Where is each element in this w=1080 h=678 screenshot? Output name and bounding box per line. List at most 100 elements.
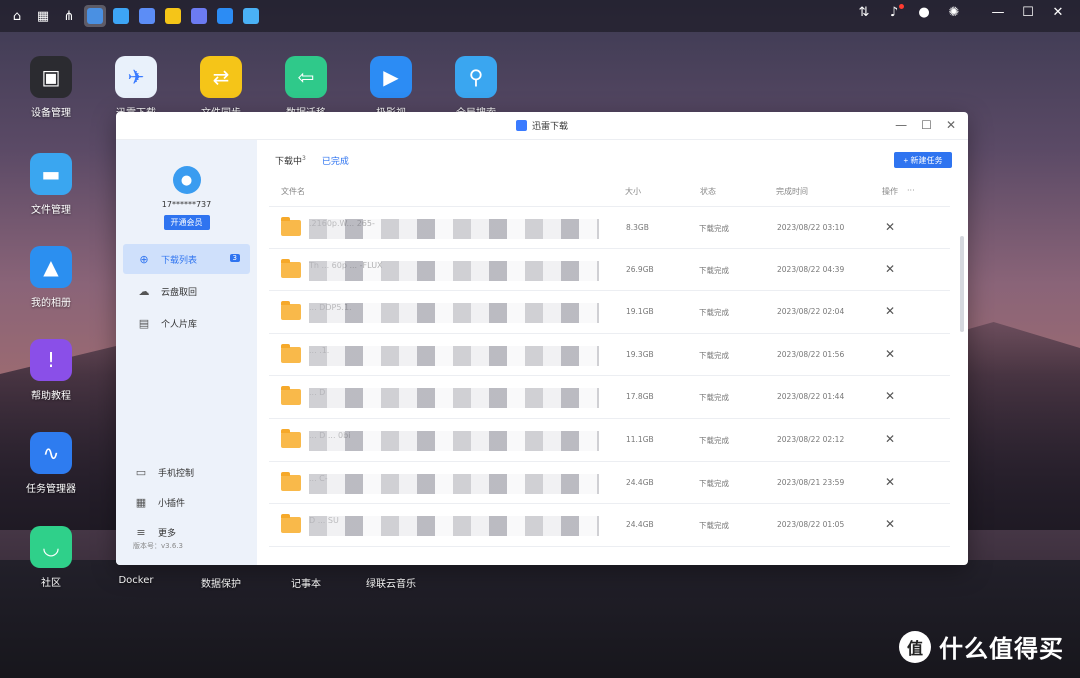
tab-downloading[interactable]: 下载中3: [275, 154, 306, 167]
printer-icon[interactable]: [136, 5, 158, 27]
album-icon: ▲: [30, 246, 72, 288]
folder-icon: ▬: [30, 153, 72, 195]
tv-icon[interactable]: [214, 5, 236, 27]
table-row[interactable]: ... D 17.8GB 下载完成 2023/08/22 01:44 ✕: [269, 376, 950, 419]
thunder-logo-icon: [515, 120, 527, 131]
bell-icon[interactable]: ♪: [886, 4, 904, 20]
desktop-icon-help[interactable]: ! 帮助教程: [13, 339, 89, 402]
note-icon[interactable]: [240, 5, 262, 27]
desktop-icon-music[interactable]: 绿联云音乐: [353, 575, 429, 590]
thunder-icon: ✈: [115, 56, 157, 98]
table-row[interactable]: .2160p.W... 265- 8.3GB 下载完成 2023/08/22 03:1…: [269, 206, 950, 249]
cloud-icon: ☁: [138, 284, 150, 298]
desktop-icon-album[interactable]: ▲ 我的相册: [13, 246, 89, 309]
desktop-icon-thunder[interactable]: ✈ 迅雷下载: [98, 56, 174, 119]
delete-icon[interactable]: ✕: [885, 304, 895, 318]
folder-icon: [281, 217, 301, 236]
desktop-icon-file-sync[interactable]: ⇄ 文件同步: [183, 56, 259, 119]
window-maximize-icon[interactable]: ☐: [921, 118, 932, 132]
folder-icon: [281, 258, 301, 278]
delete-icon[interactable]: ✕: [885, 220, 895, 234]
desktop-icon-community[interactable]: ◡ 社区: [13, 526, 89, 589]
sidebar-item-widgets[interactable]: ▦ 小插件: [116, 487, 257, 517]
community-icon: ◡: [30, 526, 72, 568]
delete-icon[interactable]: ✕: [885, 432, 895, 446]
table-header: 文件名 大小 状态 完成时间 操作 ···: [281, 186, 948, 200]
desktop-icon-docker[interactable]: Docker: [98, 575, 174, 586]
table-row[interactable]: ... C- 24.4GB 下载完成 2023/08/21 23:59 ✕: [269, 462, 950, 505]
sidebar: ● 17******737 开通会员 ⊕ 下载列表 3 ☁ 云盘取回 ▤ 个人片…: [116, 140, 257, 565]
desktop-icon-tv[interactable]: ▶ 极影视: [353, 56, 429, 119]
folder-icon: [281, 471, 301, 491]
window-minimize-icon[interactable]: —: [895, 118, 907, 132]
window-title: 迅雷下载: [531, 122, 568, 132]
photos-icon[interactable]: [188, 5, 210, 27]
thunder-app-icon[interactable]: [84, 5, 106, 27]
vip-button[interactable]: 开通会员: [163, 215, 210, 230]
sync-icon: ⇄: [200, 56, 242, 98]
sync-icon[interactable]: [162, 5, 184, 27]
library-icon: ▤: [138, 316, 150, 330]
delete-icon[interactable]: ✕: [885, 389, 895, 403]
thunder-download-window: 迅雷下载 — ☐ ✕ ● 17******737 开通会员 ⊕ 下载列表 3 ☁…: [116, 112, 968, 565]
sidebar-item-phone-control[interactable]: ▭ 手机控制: [116, 457, 257, 487]
col-action: 操作: [882, 187, 898, 196]
migration-icon: ⇦: [285, 56, 327, 98]
analytics-icon[interactable]: ⇅: [856, 5, 872, 20]
settings-icon[interactable]: ✺: [946, 5, 962, 20]
window-close-icon[interactable]: ✕: [946, 118, 956, 132]
watermark-logo-icon: 值: [899, 630, 931, 663]
delete-icon[interactable]: ✕: [885, 347, 895, 361]
desktop-icon-data-protect[interactable]: 数据保护: [183, 575, 259, 590]
user-icon[interactable]: ●: [916, 5, 932, 20]
desktop-icon-device-manager[interactable]: ▣ 设备管理: [13, 56, 89, 119]
desktop-icon-task-manager[interactable]: ∿ 任务管理器: [13, 432, 89, 495]
minimize-icon[interactable]: —: [990, 5, 1006, 20]
more-columns-icon[interactable]: ···: [907, 186, 915, 195]
folder-icon: [281, 514, 301, 534]
table-row[interactable]: ... .1. 19.3GB 下载完成 2023/08/22 01:56 ✕: [269, 334, 950, 377]
mail-icon[interactable]: [110, 5, 132, 27]
grid-icon[interactable]: ▦: [32, 5, 54, 27]
widgets-icon: ▦: [135, 495, 147, 509]
new-task-button[interactable]: + 新建任务: [894, 152, 952, 168]
avatar[interactable]: ●: [172, 166, 201, 194]
help-icon: !: [30, 339, 72, 381]
tab-completed[interactable]: 已完成: [322, 154, 349, 167]
download-table: .2160p.W... 265- 8.3GB 下载完成 2023/08/22 03:1…: [269, 206, 950, 547]
scrollbar[interactable]: [960, 236, 964, 332]
desktop-icon-file-manager[interactable]: ▬ 文件管理: [13, 153, 89, 216]
main-panel: 下载中3 已完成 + 新建任务 文件名 大小 状态 完成时间 操作 ··· .2…: [257, 140, 968, 565]
desktop-icon-search[interactable]: ⚲ 全局搜索: [438, 56, 514, 119]
download-list-icon: ⊕: [139, 252, 149, 266]
table-row[interactable]: ... DDP5.1. 19.1GB 下载完成 2023/08/22 02:04 ✕: [269, 291, 950, 334]
user-id: 17******737: [161, 200, 212, 209]
home-icon[interactable]: ⌂: [6, 5, 28, 27]
folder-icon: [281, 428, 301, 448]
sidebar-item-downloads[interactable]: ⊕ 下载列表 3: [123, 244, 250, 274]
col-status: 状态: [700, 187, 716, 196]
delete-icon[interactable]: ✕: [885, 475, 895, 489]
desktop-icon-notepad[interactable]: 记事本: [268, 575, 344, 590]
table-row[interactable]: Th ... 60p ... -FLUX 26.9GB 下载完成 2023/08/22…: [269, 249, 950, 292]
folder-icon: [281, 301, 301, 321]
delete-icon[interactable]: ✕: [885, 262, 895, 276]
col-name: 文件名: [281, 187, 305, 196]
sidebar-item-library[interactable]: ▤ 个人片库: [123, 308, 250, 338]
folder-icon: [281, 386, 301, 406]
delete-icon[interactable]: ✕: [885, 517, 895, 531]
close-icon[interactable]: ✕: [1050, 5, 1066, 20]
network-icon[interactable]: ⋔: [58, 5, 80, 27]
task-manager-icon: ∿: [30, 432, 72, 474]
table-row[interactable]: ... D ... 0bi 11.1GB 下载完成 2023/08/22 02:12 ✕: [269, 419, 950, 462]
maximize-icon[interactable]: ☐: [1020, 5, 1036, 20]
search-icon: ⚲: [455, 56, 497, 98]
col-time: 完成时间: [776, 187, 808, 196]
watermark: 值 什么值得买: [899, 629, 1064, 664]
system-topbar: ⌂ ▦ ⋔ ⇅ ♪ ● ✺ — ☐ ✕: [0, 0, 1080, 32]
desktop-icon-data-migration[interactable]: ⇦ 数据迁移: [268, 56, 344, 119]
col-size: 大小: [625, 187, 641, 196]
table-row[interactable]: D ... SU 24.4GB 下载完成 2023/08/22 01:05 ✕: [269, 504, 950, 547]
sidebar-item-cloud-retrieve[interactable]: ☁ 云盘取回: [123, 276, 250, 306]
window-titlebar: 迅雷下载 — ☐ ✕: [116, 112, 968, 140]
